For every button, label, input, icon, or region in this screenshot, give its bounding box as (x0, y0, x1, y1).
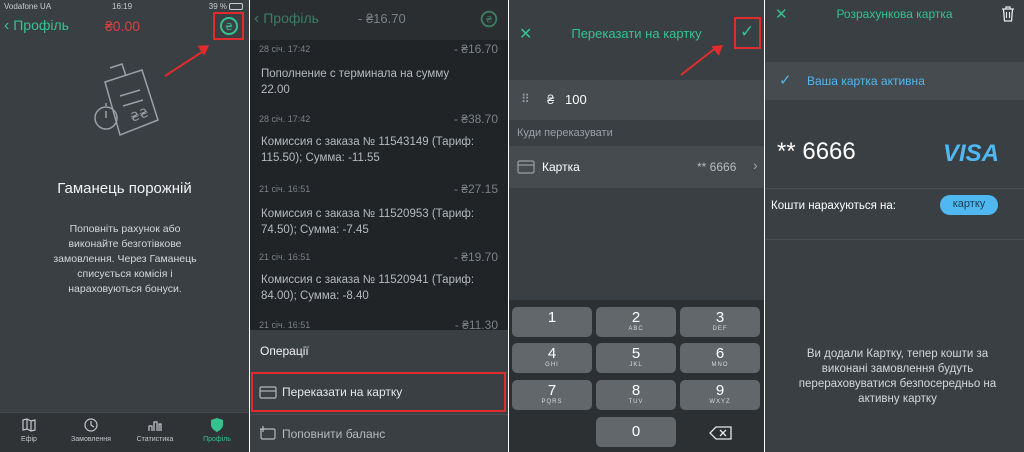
wallet-empty-icon: ₴₴ (94, 63, 159, 137)
balance-value: - ₴16.70 (358, 11, 406, 26)
nav-bar: ‹ Профіль ₴0.00 ₴ (0, 12, 249, 40)
destination-label: Куди переказувати (517, 127, 613, 139)
svg-text:₴₴: ₴₴ (128, 105, 150, 125)
settlement-card-screen: ✕ Розрахункова картка ✓ Ваша картка акти… (765, 0, 1024, 452)
nav-bar: ‹ Профіль - ₴16.70 ₴ (250, 0, 508, 40)
stats-icon (148, 421, 162, 431)
highlight-box (734, 17, 761, 49)
row-amount: - ₴19.70 (453, 250, 498, 264)
back-label: Профіль (13, 17, 69, 33)
status-bar: Vodafone UA 16:19 39 % (0, 0, 249, 14)
card-mask: ** 6666 (697, 160, 737, 174)
keypad-icon: ⠿ (521, 92, 530, 106)
receive-label: Кошти нарахуються на: (771, 200, 896, 212)
row-text: Комиссия с заказа № 11520941 (Тариф: 84.… (261, 274, 475, 302)
tab-efir[interactable]: Ефір (4, 417, 54, 443)
card-label: Картка (542, 160, 580, 174)
row-date: 28 січ. 17:42 (259, 44, 311, 54)
shield-icon (211, 418, 223, 432)
key-8[interactable]: 8 TUV (596, 380, 676, 410)
trash-icon[interactable] (1001, 6, 1015, 22)
row-date: 28 січ. 17:42 (259, 114, 311, 124)
key-2[interactable]: 2 ABC (596, 307, 676, 337)
row-date: 21 січ. 16:51 (259, 252, 311, 262)
add-card-icon (260, 426, 276, 440)
wallet-empty-screen: Vodafone UA 16:19 39 % ‹ Профіль ₴0.00 ₴ (0, 0, 249, 452)
tab-bar: Ефір Замовлення Статистика Профіль (0, 412, 249, 452)
amount-value: 100 (565, 92, 587, 107)
tab-orders[interactable]: Замовлення (66, 417, 116, 443)
tab-label: Замовлення (71, 436, 111, 443)
tab-stats[interactable]: Статистика (130, 417, 180, 443)
visa-logo: VISA (943, 140, 1000, 167)
sheet-item-label: Поповнити баланс (282, 427, 386, 441)
wallet-history-screen: ‹ Профіль - ₴16.70 ₴ 28 січ. 17:42 - ₴16… (250, 0, 508, 452)
row-amount: - ₴27.15 (453, 182, 498, 196)
numeric-keypad: 1 2 ABC 3 DEF 4 GHI 5 JKL 6 MNO 7 PQRS 8 TUV 9W… (509, 300, 764, 452)
battery-icon (229, 3, 243, 10)
highlight-box (213, 12, 244, 40)
key-4[interactable]: 4 GHI (512, 343, 592, 373)
key-7[interactable]: 7 PQRS (512, 380, 592, 410)
arrow-indicator (164, 49, 206, 77)
active-text: Ваша картка активна (807, 74, 925, 88)
history-icon (84, 418, 98, 432)
screen-title: Розрахункова картка (836, 7, 953, 21)
chevron-right-icon: › (753, 157, 758, 173)
key-0[interactable]: 0 (596, 417, 676, 447)
card-icon (517, 160, 535, 174)
highlight-box (251, 372, 506, 412)
check-icon: ✓ (779, 72, 792, 89)
tab-profile[interactable]: Профіль (192, 417, 242, 443)
key-9[interactable]: 9 WXYZ (680, 380, 760, 410)
screen-title: Переказати на картку (571, 26, 702, 41)
key-1[interactable]: 1 (512, 307, 592, 337)
tab-label: Ефір (21, 436, 37, 443)
tab-label: Статистика (136, 436, 174, 443)
chevron-left-icon: ‹ (4, 17, 10, 34)
transfer-to-card-screen: ✕ Переказати на картку ✓ ⠿ ₴ 100 Куди пе… (509, 0, 764, 452)
row-text: Комиссия с заказа № 11543149 (Тариф: 115… (261, 136, 475, 164)
backspace-icon[interactable] (709, 426, 733, 440)
info-text: Ви додали Картку, тепер кошти за виконан… (798, 348, 997, 405)
key-6[interactable]: 6 MNO (680, 343, 760, 373)
card-select-row[interactable]: Картка ** 6666 › (509, 146, 764, 188)
row-text: Комиссия с заказа № 11520953 (Тариф: 74.… (261, 208, 475, 236)
back-button[interactable]: ‹ Профіль (254, 10, 319, 28)
empty-title: Гаманець порожній (57, 180, 192, 197)
row-text: Пополнение с терминала на сумму 22.00 (261, 68, 450, 96)
map-icon (22, 418, 36, 432)
empty-description: Поповніть рахунок або виконайте безготів… (53, 223, 197, 295)
carrier-label: Vodafone UA (4, 2, 52, 11)
svg-text:₴: ₴ (485, 15, 492, 26)
balance-value: ₴0.00 (105, 18, 141, 34)
card-active-banner: ✓ Ваша картка активна (765, 62, 1024, 100)
time-label: 16:19 (112, 2, 133, 11)
row-date: 21 січ. 16:51 (259, 184, 311, 194)
tab-label: Профіль (203, 436, 231, 443)
row-amount: - ₴38.70 (453, 112, 498, 126)
key-5[interactable]: 5 JKL (596, 343, 676, 373)
key-3[interactable]: 3 DEF (680, 307, 760, 337)
nav-bar: ✕ Переказати на картку ✓ (509, 0, 764, 66)
row-amount: - ₴16.70 (453, 42, 498, 56)
sheet-title: Операції (260, 344, 309, 358)
divider (765, 239, 1024, 240)
top-up-item[interactable]: Поповнити баланс (250, 414, 508, 452)
row-date: 21 січ. 16:51 (259, 320, 311, 330)
currency-sign: ₴ (547, 92, 555, 107)
transfer-icon[interactable]: ₴ (478, 8, 500, 30)
operations-sheet: Операції Переказати на картку Поповнити … (250, 330, 508, 452)
amount-field[interactable]: ⠿ ₴ 100 (509, 80, 764, 120)
nav-bar: ✕ Розрахункова картка (765, 0, 1024, 30)
card-number: ** 6666 (777, 138, 856, 165)
battery-label: 39 % (208, 2, 227, 11)
chevron-left-icon: ‹ (254, 10, 260, 27)
receive-value: картку (952, 198, 986, 210)
back-button[interactable]: ‹ Профіль (4, 17, 69, 37)
back-label: Профіль (263, 10, 319, 26)
divider (765, 188, 1024, 189)
